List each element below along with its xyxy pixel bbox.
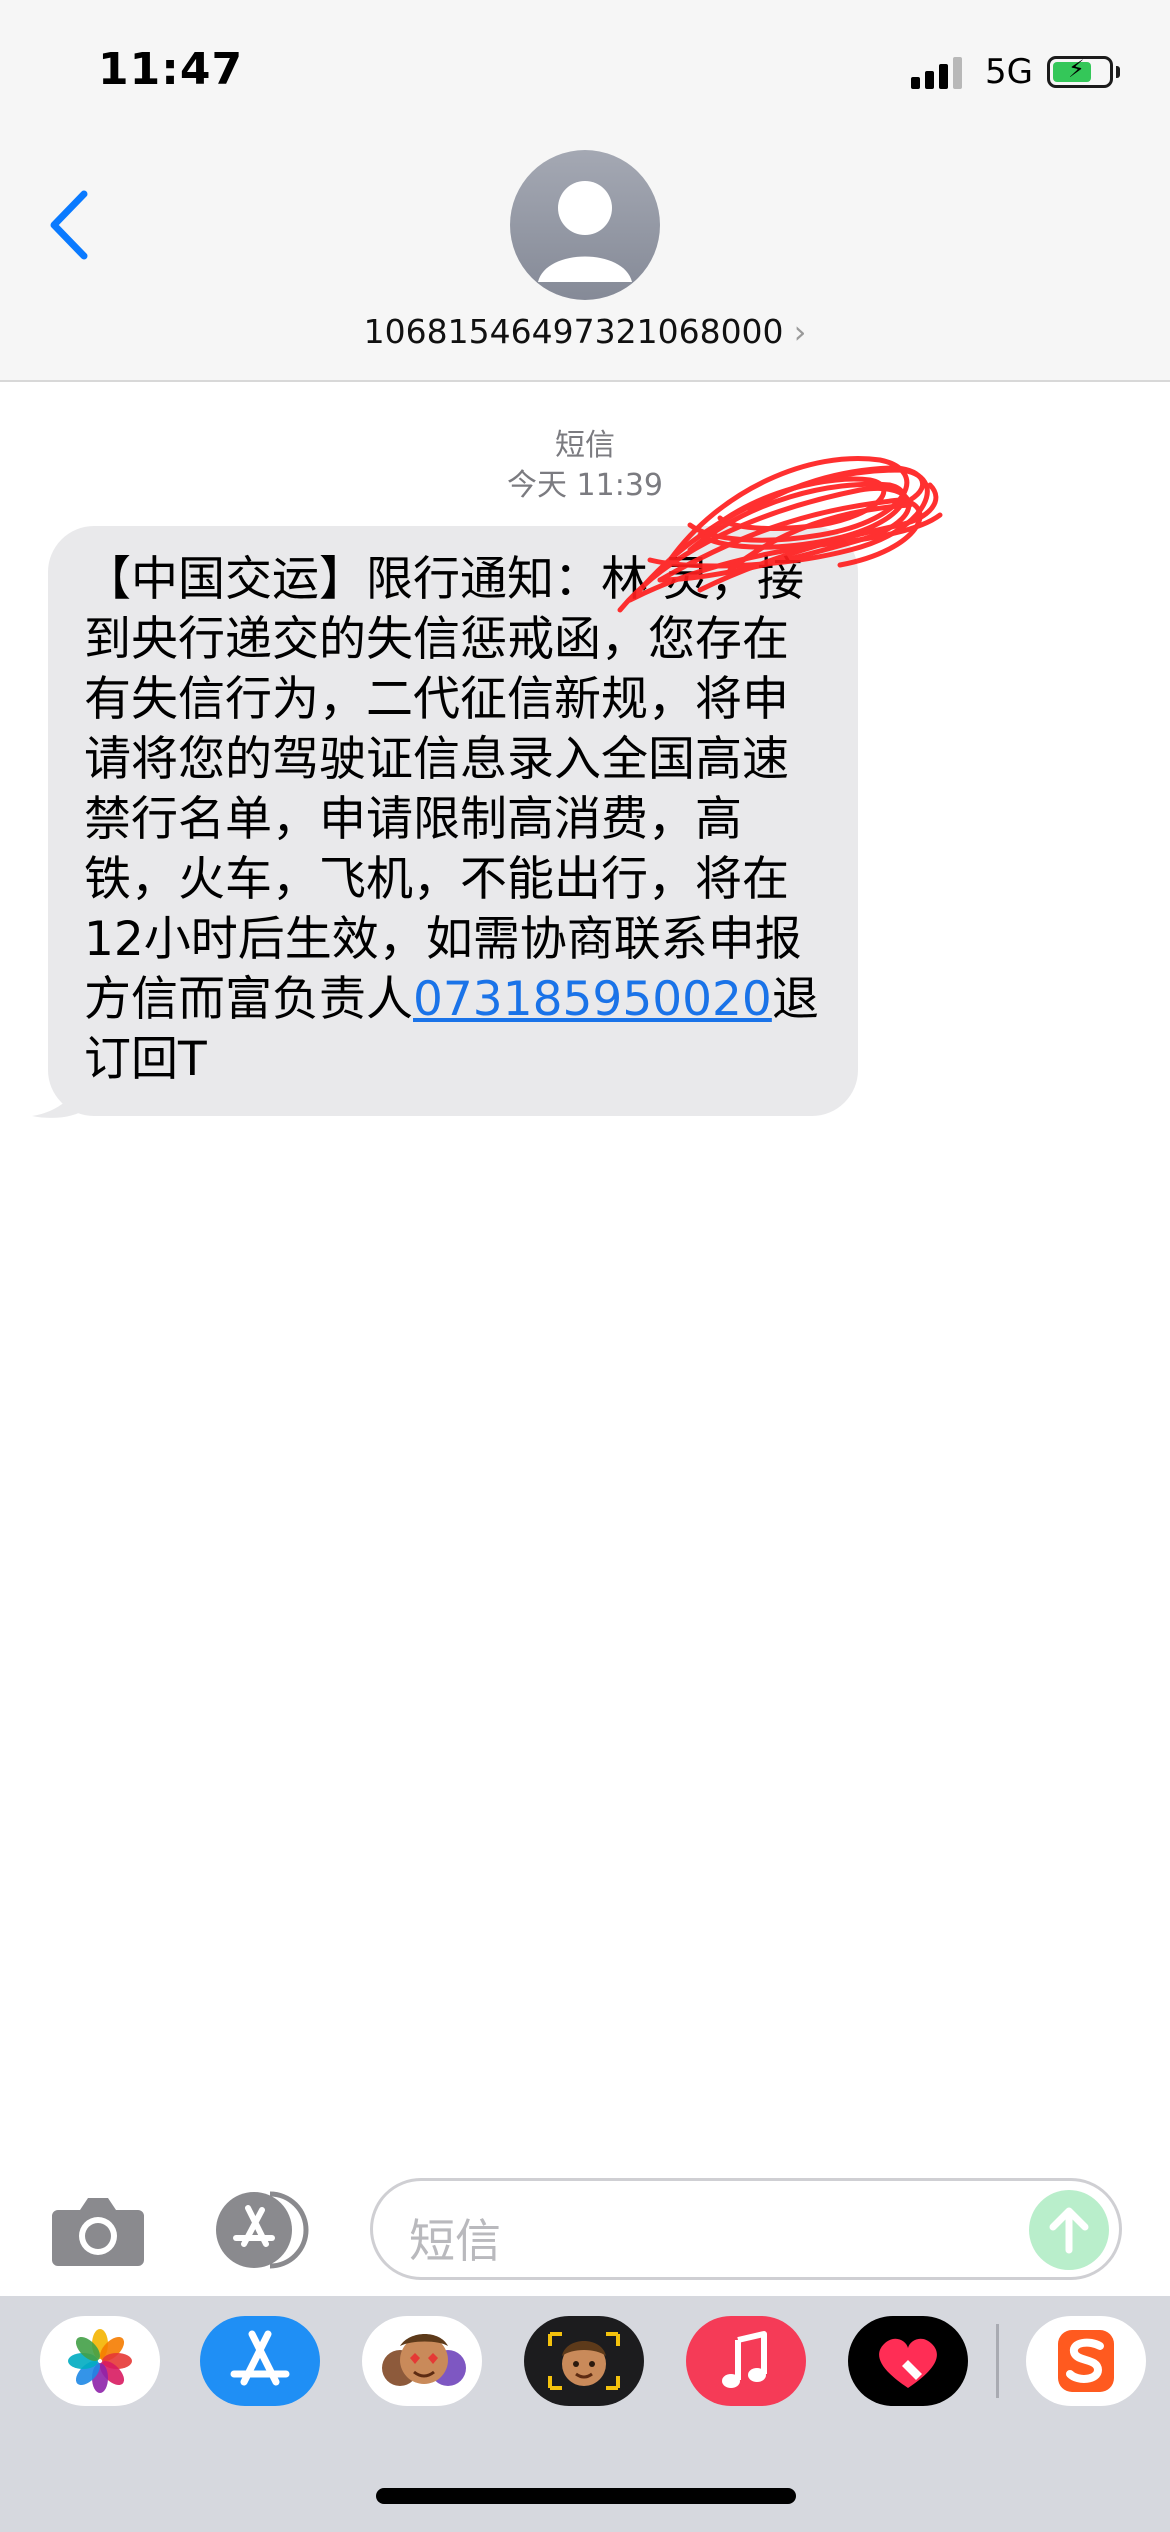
chevron-left-icon	[50, 190, 88, 260]
contact-avatar[interactable]	[510, 150, 660, 300]
photos-icon	[68, 2329, 132, 2393]
send-button[interactable]	[1029, 2190, 1109, 2270]
music-icon	[722, 2331, 767, 2388]
contact-number: 10681546497321068000	[363, 312, 784, 351]
digital-touch-app-button[interactable]	[848, 2316, 968, 2406]
sogou-app-button[interactable]	[1026, 2316, 1146, 2406]
app-store-icon	[216, 2191, 309, 2269]
apps-button[interactable]	[208, 2188, 320, 2272]
app-store-icon	[230, 2330, 290, 2386]
sogou-icon	[1058, 2330, 1114, 2392]
message-timestamp: 今天 11:39	[507, 468, 663, 503]
memoji-stickers-app-button[interactable]	[362, 2316, 482, 2406]
chevron-right-icon: ›	[793, 313, 807, 351]
status-time: 11:47	[98, 44, 244, 95]
person-icon	[538, 181, 632, 282]
drawer-divider	[996, 2324, 999, 2398]
conversation-header: 11:47 5G ⚡ 10681546497321068000 ›	[0, 0, 1170, 382]
arrow-up-icon	[1049, 2207, 1089, 2254]
message-input[interactable]: 短信	[370, 2178, 1122, 2280]
cellular-signal-icon	[911, 55, 967, 89]
app-store-app-button[interactable]	[200, 2316, 320, 2406]
memoji-app-button[interactable]	[524, 2316, 644, 2406]
home-indicator[interactable]	[376, 2488, 796, 2504]
message-input-placeholder: 短信	[409, 2214, 501, 2268]
charging-bolt-icon: ⚡	[1068, 55, 1085, 83]
redaction-scribble	[617, 456, 943, 613]
battery-icon: ⚡	[1047, 56, 1113, 88]
music-app-button[interactable]	[686, 2316, 806, 2406]
memoji-icon	[548, 2332, 620, 2390]
camera-button[interactable]	[50, 2190, 146, 2270]
digital-touch-icon	[879, 2338, 937, 2388]
memoji-stickers-icon	[382, 2334, 466, 2386]
service-label: 短信	[555, 428, 615, 463]
photos-app-button[interactable]	[40, 2316, 160, 2406]
contact-details-link[interactable]: 10681546497321068000 ›	[0, 312, 1170, 351]
bubble-tail	[32, 1074, 88, 1118]
camera-icon	[52, 2198, 144, 2266]
back-button[interactable]	[40, 180, 100, 270]
network-type: 5G	[985, 52, 1033, 92]
phone-number-link[interactable]: 073185950020	[413, 972, 772, 1027]
status-indicators: 5G ⚡	[911, 52, 1120, 92]
